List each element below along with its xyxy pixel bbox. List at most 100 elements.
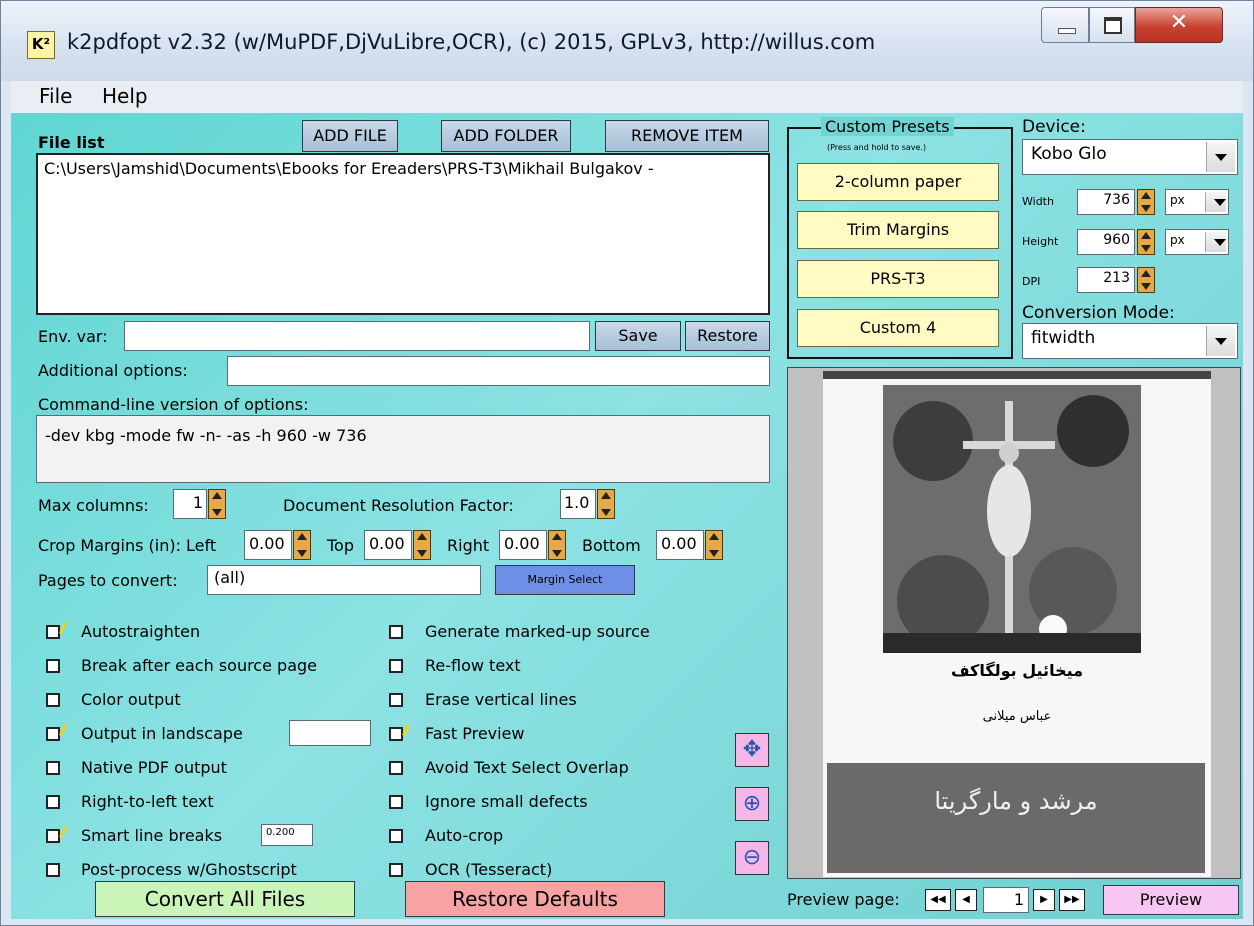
rtl-text-checkbox[interactable] <box>46 795 60 809</box>
save-button[interactable]: Save <box>595 321 681 351</box>
restore-button[interactable]: Restore <box>685 321 770 351</box>
menu-file[interactable]: File <box>39 81 72 111</box>
crop-left-input[interactable]: 0.00 <box>244 530 292 560</box>
crop-right-input[interactable]: 0.00 <box>499 530 547 560</box>
option-label: Auto-crop <box>425 826 504 845</box>
device-dropdown[interactable]: Kobo Glo <box>1022 139 1238 175</box>
option-label: Fast Preview <box>425 724 525 743</box>
pages-label: Pages to convert: <box>38 571 178 590</box>
crop-left-spinner[interactable] <box>293 530 311 560</box>
conversion-mode-label: Conversion Mode: <box>1022 303 1175 323</box>
additional-options-label: Additional options: <box>38 361 188 380</box>
fast-preview-checkbox[interactable] <box>389 727 403 741</box>
prev-page-icon[interactable]: ◀ <box>955 889 977 911</box>
max-columns-input[interactable]: 1 <box>173 489 207 519</box>
option-label: Native PDF output <box>81 758 227 777</box>
preset-button-3[interactable]: PRS-T3 <box>797 260 999 298</box>
width-unit-dropdown[interactable]: px <box>1165 189 1229 215</box>
smart-breaks-input[interactable]: 0.200 <box>261 824 313 846</box>
option-label: OCR (Tesseract) <box>425 860 553 879</box>
width-label: Width <box>1022 195 1054 208</box>
max-columns-spinner[interactable] <box>208 489 226 519</box>
dpi-label: DPI <box>1022 275 1041 288</box>
margin-select-button[interactable]: Margin Select <box>495 565 635 595</box>
zoom-in-icon[interactable]: ⊕ <box>735 787 769 821</box>
next-page-icon[interactable]: ▶ <box>1033 889 1055 911</box>
cmdline-label: Command-line version of options: <box>38 395 309 414</box>
device-label: Device: <box>1022 117 1086 137</box>
title-bar[interactable]: K² k2pdfopt v2.32 (w/MuPDF,DjVuLibre,OCR… <box>1 1 1253 81</box>
add-file-button[interactable]: ADD FILE <box>302 120 398 152</box>
color-output-checkbox[interactable] <box>46 693 60 707</box>
cmdline-box[interactable]: -dev kbg -mode fw -n- -as -h 960 -w 736 <box>36 415 770 483</box>
ghostscript-checkbox[interactable] <box>46 863 60 877</box>
height-unit: px <box>1170 233 1185 247</box>
remove-item-button[interactable]: REMOVE ITEM <box>605 120 769 152</box>
dpi-spinner[interactable] <box>1137 267 1155 293</box>
width-spinner[interactable] <box>1137 189 1155 215</box>
autostraighten-checkbox[interactable] <box>46 625 60 639</box>
landscape-input[interactable] <box>289 720 371 746</box>
preview-page-input[interactable]: 1 <box>983 887 1029 913</box>
option-label: Break after each source page <box>81 656 317 675</box>
close-button[interactable]: ✕ <box>1135 7 1223 43</box>
break-page-checkbox[interactable] <box>46 659 60 673</box>
preset-button-2[interactable]: Trim Margins <box>797 211 999 249</box>
restore-defaults-button[interactable]: Restore Defaults <box>405 881 665 917</box>
avoid-overlap-checkbox[interactable] <box>389 761 403 775</box>
crop-bottom-spinner[interactable] <box>705 530 723 560</box>
last-page-icon[interactable]: ▶▶ <box>1059 889 1085 911</box>
conversion-mode-dropdown[interactable]: fitwidth <box>1022 323 1238 359</box>
native-pdf-checkbox[interactable] <box>46 761 60 775</box>
auto-crop-checkbox[interactable] <box>389 829 403 843</box>
height-unit-dropdown[interactable]: px <box>1165 229 1229 255</box>
preview-button[interactable]: Preview <box>1103 885 1239 915</box>
window-title: k2pdfopt v2.32 (w/MuPDF,DjVuLibre,OCR), … <box>67 30 876 54</box>
add-folder-button[interactable]: ADD FOLDER <box>441 120 571 152</box>
chevron-down-icon <box>1205 192 1226 212</box>
landscape-checkbox[interactable] <box>46 727 60 741</box>
minimize-button[interactable] <box>1041 7 1089 43</box>
menu-help[interactable]: Help <box>102 81 148 111</box>
markup-source-checkbox[interactable] <box>389 625 403 639</box>
ignore-defects-checkbox[interactable] <box>389 795 403 809</box>
maximize-button[interactable] <box>1089 7 1135 43</box>
doc-res-spinner[interactable] <box>597 489 615 519</box>
doc-res-input[interactable]: 1.0 <box>560 489 596 519</box>
height-input[interactable]: 960 <box>1077 229 1135 255</box>
dpi-input[interactable]: 213 <box>1077 267 1135 293</box>
erase-lines-checkbox[interactable] <box>389 693 403 707</box>
smart-breaks-checkbox[interactable] <box>46 829 60 843</box>
first-page-icon[interactable]: ◀◀ <box>925 889 951 911</box>
pages-input[interactable]: (all) <box>207 565 481 595</box>
crop-top-input[interactable]: 0.00 <box>364 530 412 560</box>
chevron-down-icon <box>1206 326 1235 356</box>
preview-book-author: عباس میلانی <box>982 709 1052 724</box>
option-label: Autostraighten <box>81 622 201 641</box>
crop-top-spinner[interactable] <box>413 530 431 560</box>
preset-button-4[interactable]: Custom 4 <box>797 309 999 347</box>
option-label: Erase vertical lines <box>425 690 577 709</box>
preview-page-label: Preview page: <box>787 890 900 909</box>
crop-bottom-input[interactable]: 0.00 <box>656 530 704 560</box>
preset-button-1[interactable]: 2-column paper <box>797 163 999 201</box>
zoom-out-icon[interactable]: ⊖ <box>735 841 769 875</box>
list-item[interactable]: C:\Users\Jamshid\Documents\Ebooks for Er… <box>44 159 762 178</box>
chevron-down-icon <box>1205 232 1226 252</box>
move-icon[interactable]: ✥ <box>735 733 769 767</box>
ocr-checkbox[interactable] <box>389 863 403 877</box>
option-label: Re-flow text <box>425 656 521 675</box>
file-list-box[interactable]: C:\Users\Jamshid\Documents\Ebooks for Er… <box>36 153 770 315</box>
crop-right-spinner[interactable] <box>548 530 566 560</box>
doc-res-label: Document Resolution Factor: <box>283 496 514 515</box>
additional-options-input[interactable] <box>227 356 770 386</box>
close-icon: ✕ <box>1169 10 1189 35</box>
reflow-checkbox[interactable] <box>389 659 403 673</box>
crop-top-label: Top <box>327 536 354 555</box>
width-input[interactable]: 736 <box>1077 189 1135 215</box>
height-spinner[interactable] <box>1137 229 1155 255</box>
convert-all-button[interactable]: Convert All Files <box>95 881 355 917</box>
option-label: Ignore small defects <box>425 792 588 811</box>
env-var-input[interactable] <box>124 321 590 351</box>
height-label: Height <box>1022 235 1059 248</box>
